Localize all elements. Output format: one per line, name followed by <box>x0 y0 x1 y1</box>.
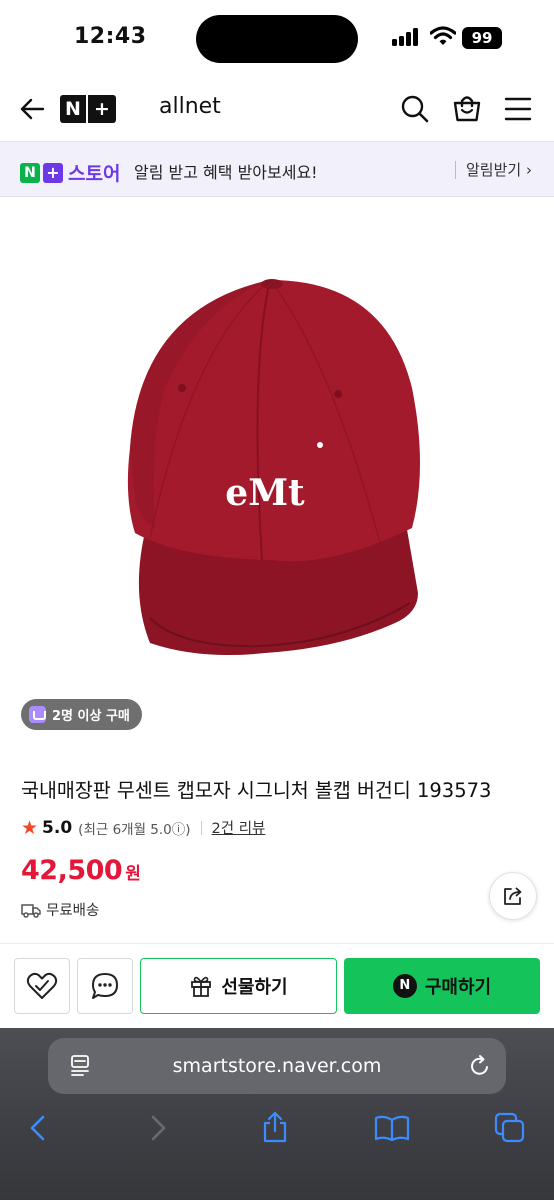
address-bar[interactable]: smartstore.naver.com <box>48 1038 506 1094</box>
status-time: 12:43 <box>74 24 147 49</box>
review-count-link[interactable]: 2건 리뷰 <box>212 817 266 838</box>
price-unit: 원 <box>125 864 141 884</box>
badge-text: 2명 이상 구매 <box>52 709 130 724</box>
gift-button-label: 선물하기 <box>221 977 288 998</box>
browser-share-icon[interactable] <box>260 1111 290 1143</box>
cap-illustration: eMt <box>127 279 420 656</box>
status-bar: 12:43 99 <box>0 0 554 78</box>
wifi-icon <box>430 26 456 45</box>
naver-plus-logo[interactable]: N + <box>60 95 116 123</box>
search-icon[interactable] <box>400 94 430 124</box>
divider <box>455 161 456 179</box>
gift-icon <box>191 976 212 997</box>
rating-score: 5.0 <box>42 817 73 838</box>
browser-back-icon[interactable] <box>26 1114 50 1142</box>
tabs-icon[interactable] <box>494 1112 526 1144</box>
signal-icon <box>392 28 420 46</box>
bag-icon <box>29 706 46 723</box>
menu-icon[interactable] <box>504 96 532 122</box>
dynamic-island <box>196 15 358 63</box>
buy-button-label: 구매하기 <box>424 977 492 998</box>
reload-icon[interactable] <box>468 1054 492 1078</box>
notification-subscribe-button[interactable]: 알림받기 › <box>466 159 532 180</box>
buy-button[interactable]: N 구매하기 <box>344 958 540 1014</box>
logo-plus: + <box>88 95 116 123</box>
logo-store: 스토어 <box>68 163 121 185</box>
divider <box>200 820 202 835</box>
star-icon: ★ <box>21 816 39 839</box>
url-text: smartstore.naver.com <box>172 1055 382 1077</box>
store-header: N + allnet <box>0 78 554 140</box>
share-icon <box>504 887 522 905</box>
logo-n: N <box>60 95 86 123</box>
browser-toolbar: smartstore.naver.com <box>0 1028 554 1200</box>
wishlist-button[interactable] <box>14 958 70 1014</box>
rating-row: ★ 5.0 (최근 6개월 5.0ⓘ) 2건 리뷰 <box>21 817 265 838</box>
battery-indicator: 99 <box>462 27 502 49</box>
shopping-bag-icon[interactable] <box>452 93 482 123</box>
purchase-action-bar: 선물하기 N 구매하기 <box>0 944 554 1028</box>
share-button[interactable] <box>489 872 537 920</box>
rating-recent[interactable]: (최근 6개월 5.0ⓘ) <box>78 818 190 838</box>
logo-plus: + <box>43 162 63 183</box>
bookmarks-icon[interactable] <box>374 1114 410 1142</box>
shipping-text: 무료배송 <box>46 903 100 919</box>
shipping-info: 무료배송 <box>21 899 99 920</box>
naver-pay-icon: N <box>392 974 417 998</box>
talk-talk-button[interactable] <box>77 958 133 1014</box>
product-price: 42,500 <box>21 855 123 886</box>
product-title: 국내매장판 무센트 캡모자 시그니처 볼캡 버건디 193573 <box>21 779 492 802</box>
logo-n: N <box>20 162 40 183</box>
product-image[interactable]: eMt <box>0 198 554 688</box>
notice-text: 알림 받고 혜택 받아보세요! <box>134 163 318 182</box>
chat-icon <box>92 973 118 999</box>
purchase-badge: 2명 이상 구매 <box>21 699 142 730</box>
store-name[interactable]: allnet <box>159 94 221 119</box>
gift-button[interactable]: 선물하기 <box>140 958 337 1014</box>
back-icon[interactable] <box>18 95 46 123</box>
naver-plus-store-logo: N + 스토어 <box>20 159 120 186</box>
heart-check-icon <box>26 972 58 999</box>
price-row: 42,500 원 <box>21 855 141 886</box>
notification-banner[interactable]: N + 스토어 알림 받고 혜택 받아보세요! 알림받기 › <box>0 141 554 197</box>
cap-logo-text: eMt <box>225 472 305 514</box>
browser-forward-icon[interactable] <box>146 1114 170 1142</box>
truck-icon <box>21 903 41 918</box>
